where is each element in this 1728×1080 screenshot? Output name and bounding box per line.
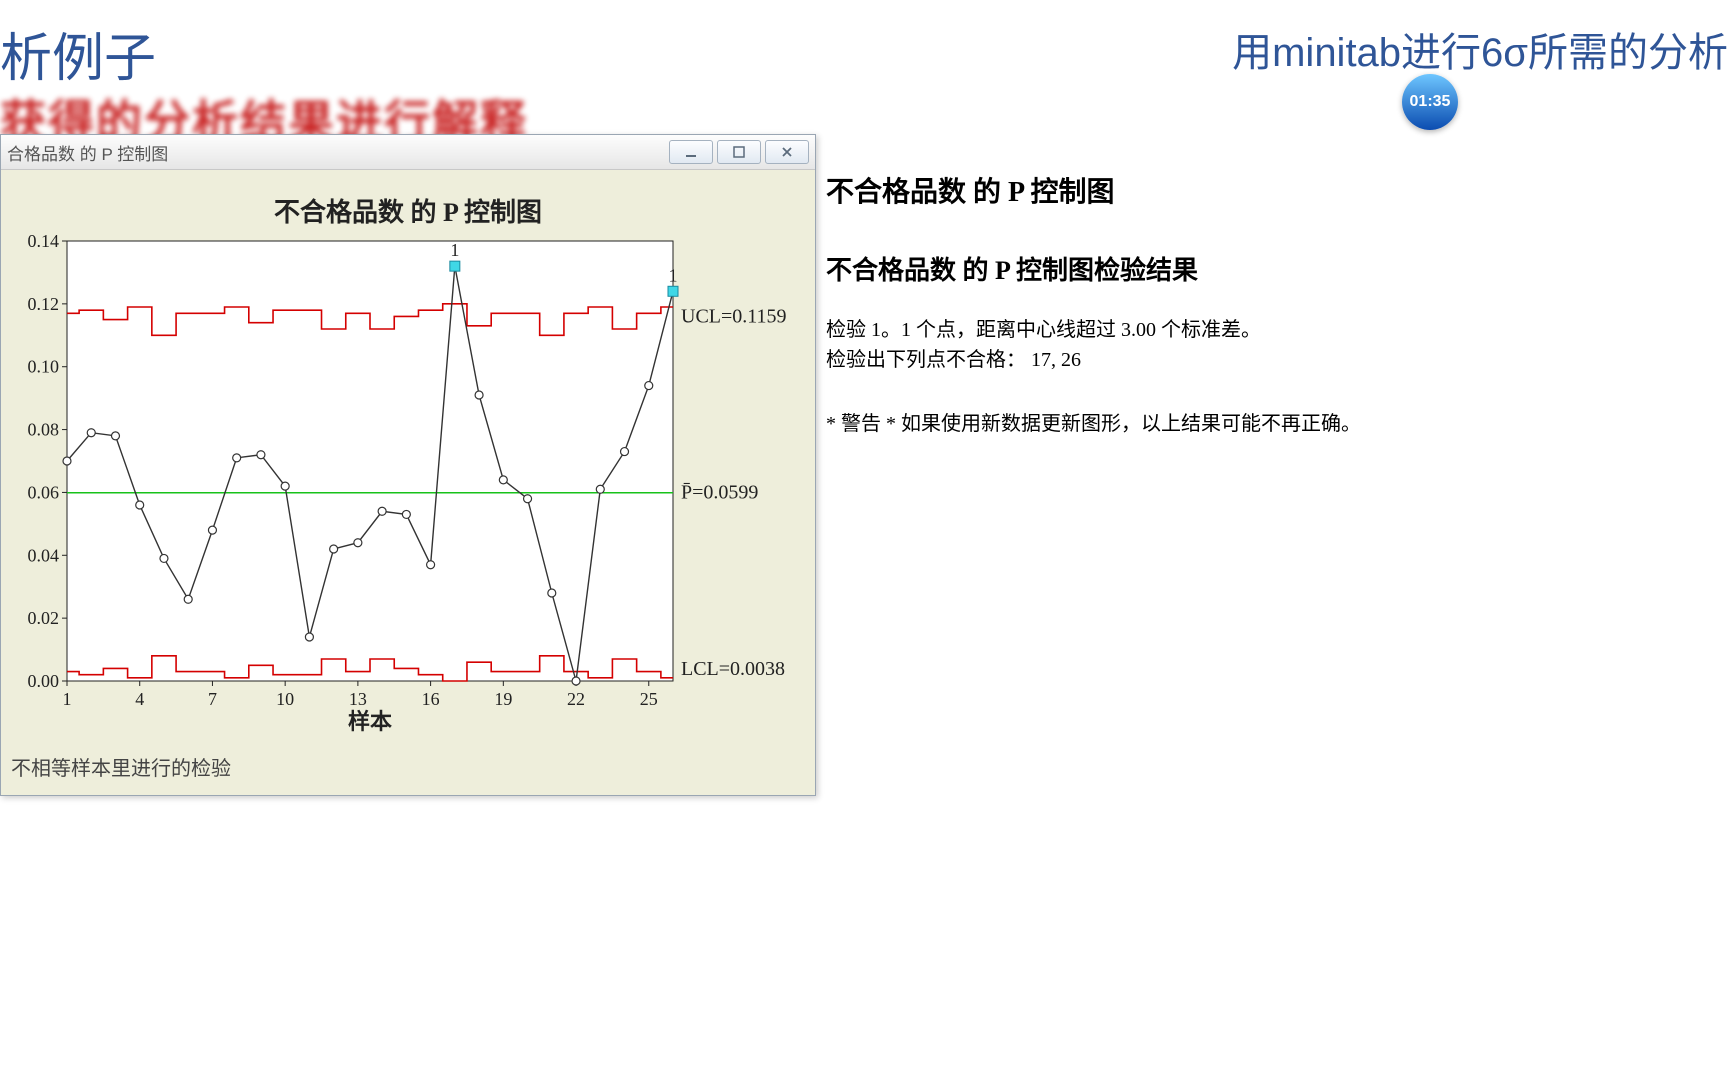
svg-text:0.08: 0.08	[28, 420, 60, 440]
svg-text:1: 1	[63, 689, 72, 709]
svg-text:0.02: 0.02	[28, 608, 60, 628]
minimize-button[interactable]	[669, 140, 713, 164]
results-warning: * 警告 * 如果使用新数据更新图形，以上结果可能不再正确。	[826, 407, 1406, 436]
close-button[interactable]	[765, 140, 809, 164]
svg-text:0.04: 0.04	[28, 545, 60, 565]
window-titlebar[interactable]: 合格品数 的 P 控制图	[1, 135, 815, 170]
results-panel: 不合格品数 的 P 控制图 不合格品数 的 P 控制图检验结果 检验 1。1 个…	[826, 170, 1406, 456]
svg-text:13: 13	[349, 689, 367, 709]
svg-text:UCL=0.1159: UCL=0.1159	[681, 306, 787, 328]
timer-badge: 01:35	[1402, 74, 1458, 130]
p-chart: 0.00 0.02 0.04 0.06 0.08 0.10 0.12 0.14 1 4 7 10 13 1…	[11, 233, 801, 733]
svg-text:1: 1	[450, 240, 459, 260]
svg-text:19: 19	[494, 689, 512, 709]
svg-text:LCL=0.0038: LCL=0.0038	[681, 658, 785, 680]
svg-text:样本: 样本	[348, 709, 392, 733]
svg-text:0.10: 0.10	[28, 357, 60, 377]
svg-text:0.14: 0.14	[28, 233, 60, 251]
chart-title: 不合格品数 的 P 控制图	[11, 192, 805, 229]
page-title-right: 用minitab进行6σ所需的分析	[1232, 20, 1728, 78]
chart-footnote: 不相等样本里进行的检验	[11, 752, 805, 781]
svg-text:P̄=0.0599: P̄=0.0599	[681, 482, 758, 504]
results-heading-1: 不合格品数 的 P 控制图	[826, 170, 1406, 210]
svg-text:25: 25	[640, 689, 658, 709]
svg-text:16: 16	[422, 689, 440, 709]
svg-text:0.12: 0.12	[28, 294, 60, 314]
results-line-1: 检验 1。1 个点，距离中心线超过 3.00 个标准差。	[826, 315, 1406, 345]
svg-text:0.06: 0.06	[28, 482, 60, 502]
results-heading-2: 不合格品数 的 P 控制图检验结果	[826, 250, 1406, 287]
svg-text:7: 7	[208, 689, 217, 709]
window-buttons	[669, 140, 809, 164]
page-title-left: 析例子	[0, 16, 156, 91]
svg-text:0.00: 0.00	[28, 671, 60, 691]
svg-text:4: 4	[135, 689, 144, 709]
window-title: 合格品数 的 P 控制图	[7, 140, 168, 165]
svg-text:22: 22	[567, 689, 585, 709]
svg-text:1: 1	[669, 265, 678, 285]
chart-area: 不合格品数 的 P 控制图 0.000.020.040.060.080.100.…	[1, 170, 815, 795]
svg-text:10: 10	[276, 689, 294, 709]
chart-window: 合格品数 的 P 控制图 不合格品数 的 P 控制图 0.000.020.040…	[0, 134, 816, 796]
results-line-2: 检验出下列点不合格： 17, 26	[826, 345, 1406, 375]
maximize-button[interactable]	[717, 140, 761, 164]
